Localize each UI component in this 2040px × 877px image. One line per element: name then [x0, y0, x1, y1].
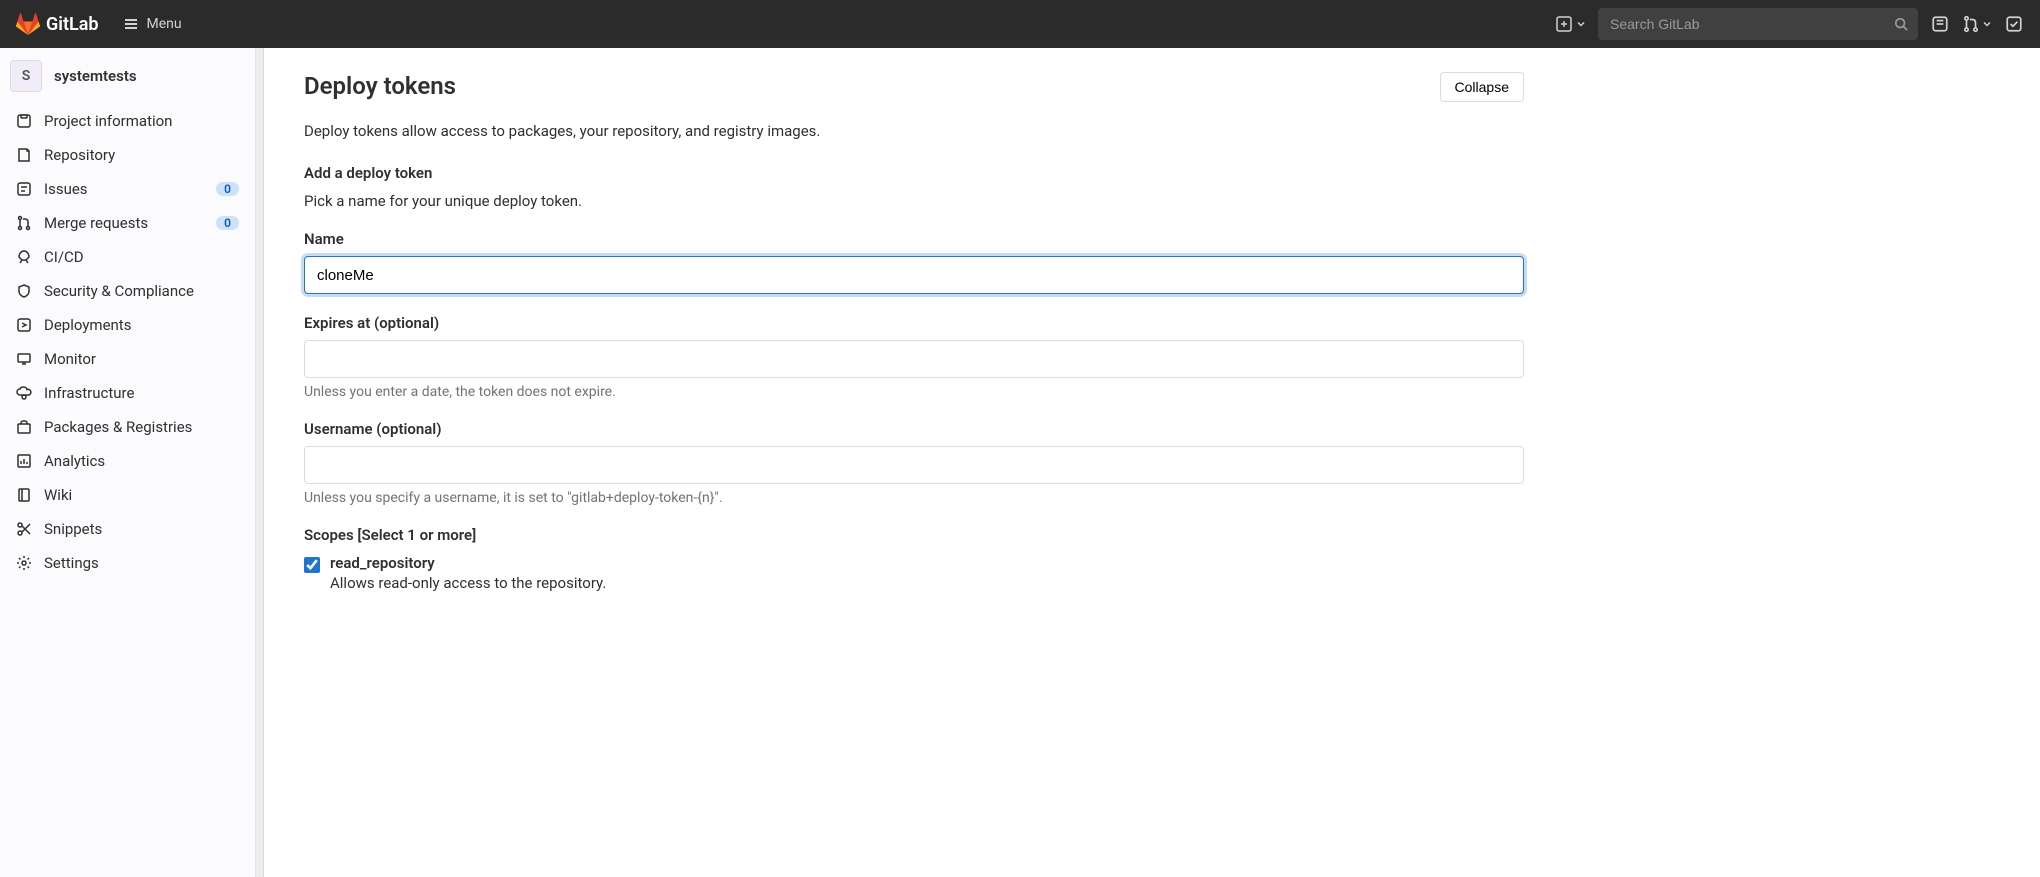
sidebar-item-label: CI/CD: [44, 248, 239, 266]
scope-name: read_repository: [330, 554, 606, 572]
sidebar-item-monitor[interactable]: Monitor: [0, 342, 255, 376]
chart-icon: [16, 453, 32, 469]
expires-field-group: Expires at (optional) Unless you enter a…: [304, 314, 1524, 400]
add-token-title: Add a deploy token: [304, 164, 1524, 182]
deployments-icon: [16, 317, 32, 333]
todo-shortcut-icon[interactable]: [2004, 14, 2024, 34]
scope-checkbox-read-repository[interactable]: [304, 557, 320, 573]
sidebar-item-label: Merge requests: [44, 214, 204, 232]
info-icon: [16, 113, 32, 129]
sidebar-item-issues[interactable]: Issues 0: [0, 172, 255, 206]
sidebar-item-label: Issues: [44, 180, 204, 198]
sidebar-item-project-information[interactable]: Project information: [0, 104, 255, 138]
merge-requests-shortcut[interactable]: [1962, 15, 1992, 33]
logo[interactable]: GitLab: [16, 12, 99, 36]
page-title: Deploy tokens: [304, 72, 456, 100]
scope-description: Allows read-only access to the repositor…: [330, 574, 606, 592]
menu-label: Menu: [147, 16, 182, 32]
topbar-left: GitLab Menu: [16, 12, 190, 36]
sidebar-item-packages[interactable]: Packages & Registries: [0, 410, 255, 444]
hamburger-icon: [123, 16, 139, 32]
project-header[interactable]: S systemtests: [0, 48, 255, 104]
sidebar-item-label: Infrastructure: [44, 384, 239, 402]
shield-icon: [16, 283, 32, 299]
scopes-title: Scopes [Select 1 or more]: [304, 526, 1524, 544]
sidebar-item-label: Security & Compliance: [44, 282, 239, 300]
topbar: GitLab Menu: [0, 0, 2040, 48]
sidebar-item-snippets[interactable]: Snippets: [0, 512, 255, 546]
cloud-gear-icon: [16, 385, 32, 401]
section-header: Deploy tokens Collapse: [304, 72, 1524, 110]
project-name: systemtests: [54, 67, 137, 85]
sidebar-item-wiki[interactable]: Wiki: [0, 478, 255, 512]
username-input[interactable]: [304, 446, 1524, 484]
page-description: Deploy tokens allow access to packages, …: [304, 122, 1524, 140]
name-label: Name: [304, 230, 1524, 248]
issues-count-badge: 0: [216, 182, 239, 196]
sidebar-item-label: Packages & Registries: [44, 418, 239, 436]
issues-shortcut-icon[interactable]: [1930, 14, 1950, 34]
chevron-down-icon: [1982, 19, 1992, 29]
rocket-icon: [16, 249, 32, 265]
sidebar-item-label: Wiki: [44, 486, 239, 504]
sidebar-resize-handle[interactable]: [256, 48, 264, 877]
collapse-button[interactable]: Collapse: [1440, 72, 1524, 102]
monitor-icon: [16, 351, 32, 367]
project-avatar: S: [10, 60, 42, 92]
expires-help: Unless you enter a date, the token does …: [304, 384, 1524, 400]
sidebar-item-infrastructure[interactable]: Infrastructure: [0, 376, 255, 410]
merge-icon: [16, 215, 32, 231]
expires-label: Expires at (optional): [304, 314, 1524, 332]
sidebar-item-label: Analytics: [44, 452, 239, 470]
username-help: Unless you specify a username, it is set…: [304, 490, 1524, 506]
sidebar-item-label: Settings: [44, 554, 239, 572]
search-input[interactable]: [1598, 8, 1918, 40]
sidebar-item-label: Project information: [44, 112, 239, 130]
expires-input[interactable]: [304, 340, 1524, 378]
sidebar-item-security[interactable]: Security & Compliance: [0, 274, 255, 308]
scope-row: read_repository Allows read-only access …: [304, 554, 1524, 592]
sidebar-item-label: Snippets: [44, 520, 239, 538]
sidebar-item-label: Repository: [44, 146, 239, 164]
sidebar-item-deployments[interactable]: Deployments: [0, 308, 255, 342]
sidebar-item-merge-requests[interactable]: Merge requests 0: [0, 206, 255, 240]
merge-icon: [1962, 15, 1980, 33]
scissors-icon: [16, 521, 32, 537]
username-label: Username (optional): [304, 420, 1524, 438]
new-dropdown[interactable]: [1556, 16, 1586, 32]
gitlab-logo-icon: [16, 12, 40, 36]
brand-text: GitLab: [46, 14, 99, 35]
main-content: Deploy tokens Collapse Deploy tokens all…: [264, 48, 1564, 877]
add-token-desc: Pick a name for your unique deploy token…: [304, 192, 1524, 210]
layout: S systemtests Project information Reposi…: [0, 48, 2040, 877]
book-icon: [16, 487, 32, 503]
sidebar-item-label: Deployments: [44, 316, 239, 334]
menu-button[interactable]: Menu: [115, 12, 190, 36]
package-icon: [16, 419, 32, 435]
username-field-group: Username (optional) Unless you specify a…: [304, 420, 1524, 506]
sidebar-item-analytics[interactable]: Analytics: [0, 444, 255, 478]
scope-text: read_repository Allows read-only access …: [330, 554, 606, 592]
topbar-right: [1556, 8, 2024, 40]
sidebar: S systemtests Project information Reposi…: [0, 48, 256, 877]
plus-icon: [1556, 16, 1572, 32]
search-wrap: [1598, 8, 1918, 40]
name-field-group: Name: [304, 230, 1524, 294]
issues-icon: [16, 181, 32, 197]
search-icon: [1894, 17, 1908, 31]
name-input[interactable]: [304, 256, 1524, 294]
repository-icon: [16, 147, 32, 163]
sidebar-item-cicd[interactable]: CI/CD: [0, 240, 255, 274]
mr-count-badge: 0: [216, 216, 239, 230]
sidebar-item-repository[interactable]: Repository: [0, 138, 255, 172]
sidebar-item-settings[interactable]: Settings: [0, 546, 255, 580]
gear-icon: [16, 555, 32, 571]
scopes-group: Scopes [Select 1 or more] read_repositor…: [304, 526, 1524, 592]
chevron-down-icon: [1576, 19, 1586, 29]
sidebar-item-label: Monitor: [44, 350, 239, 368]
